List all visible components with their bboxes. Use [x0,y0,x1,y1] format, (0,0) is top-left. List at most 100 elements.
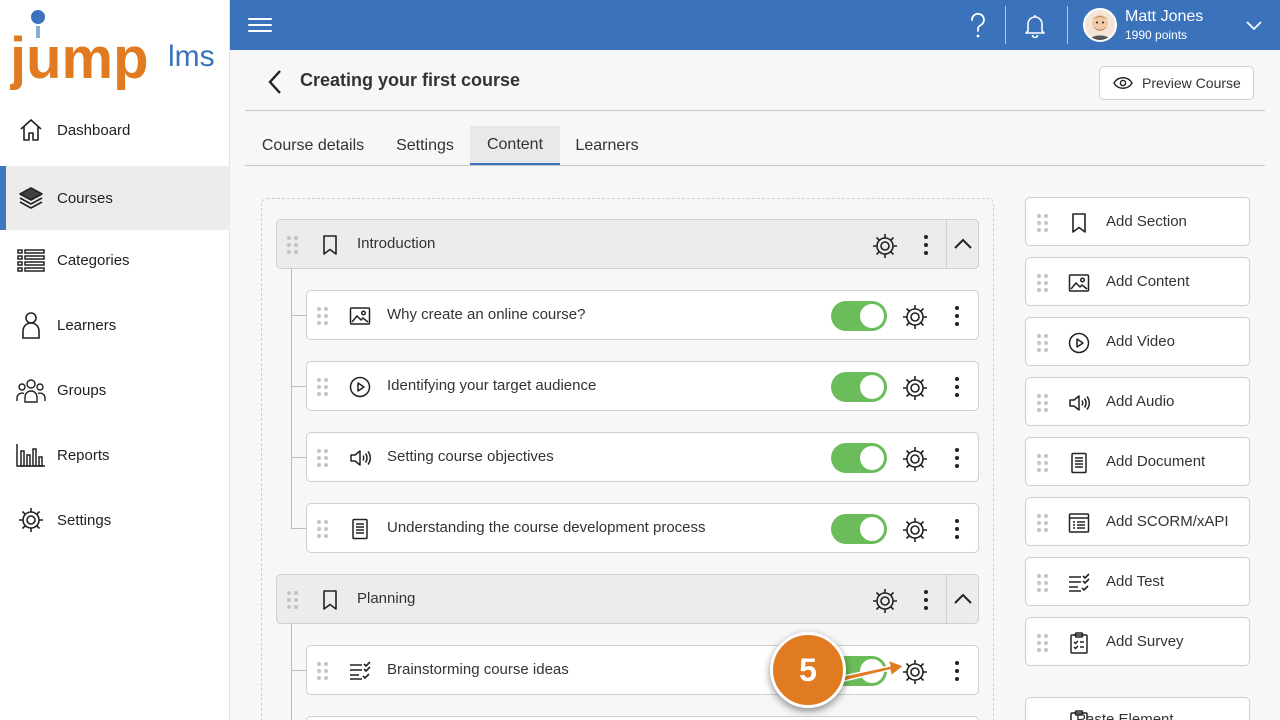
gear-icon[interactable] [870,231,900,261]
tree-connector [291,670,306,671]
paste-element-label: Paste Element [1076,711,1174,720]
enabled-toggle[interactable] [831,514,887,544]
sidebar-item-settings[interactable]: Settings [0,488,230,552]
enabled-toggle[interactable] [831,372,887,402]
add-document-button[interactable]: Add Document [1025,437,1250,486]
back-arrow-icon[interactable] [262,66,288,98]
sidebar-item-learners[interactable]: Learners [0,293,230,357]
add-test-button[interactable]: Add Test [1025,557,1250,606]
sidebar-item-categories[interactable]: Categories [0,228,230,292]
add-document-label: Add Document [1106,453,1206,470]
tab-content[interactable]: Content [470,126,560,166]
tab-course-details[interactable]: Course details [248,126,378,166]
drag-handle-icon[interactable] [287,591,299,609]
sidebar-item-dashboard[interactable]: Dashboard [0,98,230,162]
drag-handle-icon[interactable] [317,307,329,325]
logo-suffix: lms [168,40,215,73]
list-item[interactable]: Why create an online course? [306,290,979,340]
user-points: 1990 points [1125,28,1188,42]
drag-handle-icon[interactable] [1037,514,1049,532]
speaker-icon [1066,390,1092,416]
chevron-up-icon[interactable] [946,575,978,623]
speaker-icon [347,445,373,471]
drag-handle-icon[interactable] [317,449,329,467]
topbar-divider [1005,6,1006,44]
drag-handle-icon[interactable] [1037,634,1049,652]
add-video-button[interactable]: Add Video [1025,317,1250,366]
help-icon[interactable] [963,10,993,40]
more-options-icon[interactable] [950,447,964,469]
add-video-label: Add Video [1106,333,1175,350]
drag-handle-icon[interactable] [287,236,299,254]
paste-element-button[interactable]: Paste Element [1025,697,1250,720]
tree-connector [291,623,292,720]
more-options-icon[interactable] [950,660,964,682]
add-survey-button[interactable]: Add Survey [1025,617,1250,666]
list-item[interactable]: Setting course objectives [306,432,979,482]
logo-graphic: jump lms [10,10,215,91]
header-divider [245,110,1265,111]
play-icon [1066,330,1092,356]
top-bar: Matt Jones 1990 points [230,0,1280,50]
drag-handle-icon[interactable] [1037,394,1049,412]
person-icon [16,310,46,340]
more-options-icon[interactable] [950,518,964,540]
add-audio-button[interactable]: Add Audio [1025,377,1250,426]
user-name[interactable]: Matt Jones [1125,8,1203,26]
chevron-down-icon[interactable] [1244,15,1264,35]
drag-handle-icon[interactable] [1037,454,1049,472]
tab-learners[interactable]: Learners [562,126,652,166]
jumplms-logo[interactable]: jump lms [10,8,225,93]
preview-course-button[interactable]: Preview Course [1099,66,1254,100]
section-title: Planning [357,590,416,607]
eye-icon [1113,76,1133,90]
tree-connector [291,457,306,458]
drag-handle-icon[interactable] [317,662,329,680]
sidebar-item-courses[interactable]: Courses [0,166,230,230]
gear-icon[interactable] [870,586,900,616]
bookmark-icon [317,587,343,613]
add-section-button[interactable]: Add Section [1025,197,1250,246]
sidebar-item-reports[interactable]: Reports [0,423,230,487]
list-item[interactable] [306,716,979,720]
more-options-icon[interactable] [919,589,933,611]
gear-icon[interactable] [900,373,930,403]
more-options-icon[interactable] [950,305,964,327]
avatar[interactable] [1083,8,1117,42]
drag-handle-icon[interactable] [1037,274,1049,292]
drag-handle-icon[interactable] [1037,334,1049,352]
sidebar-item-label: Dashboard [57,121,131,139]
notification-bell-icon[interactable] [1021,12,1049,40]
more-options-icon[interactable] [950,376,964,398]
section-row[interactable]: Introduction [276,219,979,269]
tab-settings[interactable]: Settings [380,126,470,166]
sidebar-item-groups[interactable]: Groups [0,358,230,422]
chevron-up-icon[interactable] [946,220,978,268]
add-scorm-button[interactable]: Add SCORM/xAPI [1025,497,1250,546]
enabled-toggle[interactable] [831,301,887,331]
drag-handle-icon[interactable] [317,520,329,538]
drag-handle-icon[interactable] [1037,214,1049,232]
checklist-icon [1066,570,1092,596]
gear-icon[interactable] [900,302,930,332]
sidebar-item-label: Settings [57,511,112,529]
gear-icon [16,505,46,535]
more-options-icon[interactable] [919,234,933,256]
add-content-button[interactable]: Add Content [1025,257,1250,306]
drag-handle-icon[interactable] [317,378,329,396]
books-icon [16,183,46,213]
gear-icon[interactable] [900,515,930,545]
document-icon [1066,450,1092,476]
add-audio-label: Add Audio [1106,393,1175,410]
tree-connector [291,315,306,316]
section-row[interactable]: Planning [276,574,979,624]
scorm-icon [1066,510,1092,536]
add-test-label: Add Test [1106,573,1165,590]
menu-icon[interactable] [248,14,272,36]
drag-handle-icon[interactable] [1037,574,1049,592]
list-item[interactable]: Understanding the course development pro… [306,503,979,553]
list-item[interactable]: Identifying your target audience [306,361,979,411]
gear-icon[interactable] [900,444,930,474]
enabled-toggle[interactable] [831,443,887,473]
checklist-icon [347,658,373,684]
